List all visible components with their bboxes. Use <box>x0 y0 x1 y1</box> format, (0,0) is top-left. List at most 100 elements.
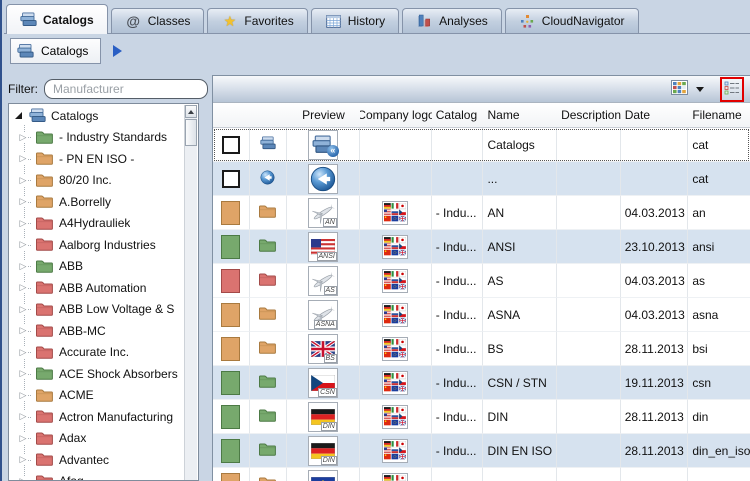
tab-classes[interactable]: @ Classes <box>111 8 205 33</box>
table-row-din[interactable]: DIN - Indu... DIN 28.11.2013 din <box>213 400 750 434</box>
tree-item-afag[interactable]: ▷ Afag <box>11 471 184 481</box>
description-cell <box>557 434 621 468</box>
table-row-din-en-iso[interactable]: DIN - Indu... DIN EN ISO 28.11.2013 din_… <box>213 434 750 468</box>
description-cell <box>557 196 621 230</box>
tree-collapsed-arrow-icon[interactable]: ▷ <box>18 218 28 229</box>
tree-item-abb[interactable]: ▷ ABB <box>11 256 184 278</box>
company-logo-flags <box>382 269 408 293</box>
select-cell <box>213 298 250 332</box>
tree-collapsed-arrow-icon[interactable]: ▷ <box>18 239 28 250</box>
tree-collapsed-arrow-icon[interactable]: ▷ <box>18 261 28 272</box>
tree-collapsed-arrow-icon[interactable]: ▷ <box>18 282 28 293</box>
tree-item-pn-en-iso[interactable]: ▷ - PN EN ISO - <box>11 148 184 170</box>
name-cell: ASNA <box>483 298 557 332</box>
tree-item-advantec[interactable]: ▷ Advantec <box>11 449 184 471</box>
tree-item-industry-standards[interactable]: ▷ - Industry Standards <box>11 127 184 149</box>
details-view-button[interactable] <box>720 77 744 102</box>
table-row-bs[interactable]: BS - Indu... BS 28.11.2013 bsi <box>213 332 750 366</box>
description-cell <box>557 264 621 298</box>
tree-item-ace-shock-absorbers[interactable]: ▷ ACE Shock Absorbers <box>11 363 184 385</box>
table-row-ansi[interactable]: ANSI - Indu... ANSI 23.10.2013 ansi <box>213 230 750 264</box>
tree-item-abb-automation[interactable]: ▷ ABB Automation <box>11 277 184 299</box>
filter-input[interactable] <box>44 79 208 99</box>
type-icon-cell <box>250 400 287 434</box>
tree-collapsed-arrow-icon[interactable]: ▷ <box>18 390 28 401</box>
select-cell <box>213 128 250 162</box>
table-row-an[interactable]: AN - Indu... AN 04.03.2013 an <box>213 196 750 230</box>
tree-collapsed-arrow-icon[interactable]: ▷ <box>18 153 28 164</box>
table-row-csn-stn[interactable]: CSN - Indu... CSN / STN 19.11.2013 csn <box>213 366 750 400</box>
tab-favorites[interactable]: ★ Favorites <box>207 8 307 33</box>
tree-item-abb-mc[interactable]: ▷ ABB-MC <box>11 320 184 342</box>
column-header[interactable] <box>250 103 287 127</box>
catalog-cell: - Indu... <box>432 264 484 298</box>
table-row-asna[interactable]: ASNA - Indu... ASNA 04.03.2013 asna <box>213 298 750 332</box>
scrollbar-thumb[interactable] <box>185 119 197 146</box>
tree-item-actron-manufacturing[interactable]: ▷ Actron Manufacturing <box>11 406 184 428</box>
tree-collapsed-arrow-icon[interactable]: ▷ <box>18 325 28 336</box>
catalogs-button[interactable]: Catalogs <box>10 38 101 64</box>
tree-collapsed-arrow-icon[interactable]: ▷ <box>18 132 28 143</box>
scroll-up-button[interactable] <box>185 105 197 118</box>
table-row[interactable] <box>213 468 750 481</box>
star-icon: ★ <box>221 13 238 29</box>
tree-item-aalborg-industries[interactable]: ▷ Aalborg Industries <box>11 234 184 256</box>
column-header-description[interactable]: Description <box>557 103 621 127</box>
books-icon <box>260 136 276 153</box>
folder-icon <box>258 272 277 290</box>
tree-item-acme[interactable]: ▷ ACME <box>11 385 184 407</box>
column-header-company-logo[interactable]: Company logo <box>360 103 432 127</box>
tree-expanded-arrow-icon[interactable] <box>15 112 22 119</box>
catalog-cell: - Indu... <box>432 400 484 434</box>
folder-icon <box>35 474 54 480</box>
play-arrow-icon[interactable] <box>113 45 122 57</box>
tree-item-adax[interactable]: ▷ Adax <box>11 428 184 450</box>
folder-icon <box>35 216 54 231</box>
tree-collapsed-arrow-icon[interactable]: ▷ <box>18 175 28 186</box>
books-icon <box>17 43 34 59</box>
tree-collapsed-arrow-icon[interactable]: ▷ <box>18 476 28 480</box>
date-cell: 04.03.2013 <box>621 196 689 230</box>
tree-collapsed-arrow-icon[interactable]: ▷ <box>18 433 28 444</box>
tree-item-a-borrelly[interactable]: ▷ A.Borrelly <box>11 191 184 213</box>
column-header-preview[interactable]: Preview <box>287 103 361 127</box>
company-logo-cell <box>360 230 432 264</box>
folder-icon <box>35 194 54 209</box>
tree-collapsed-arrow-icon[interactable]: ▷ <box>18 368 28 379</box>
date-cell: 28.11.2013 <box>621 400 689 434</box>
tree-item-80-20-inc[interactable]: ▷ 80/20 Inc. <box>11 170 184 192</box>
tab-catalogs[interactable]: Catalogs <box>6 4 108 34</box>
tree-collapsed-arrow-icon[interactable]: ▷ <box>18 304 28 315</box>
table-row-as[interactable]: AS - Indu... AS 04.03.2013 as <box>213 264 750 298</box>
column-header-date[interactable]: Date <box>621 103 689 127</box>
tab-history[interactable]: History <box>311 8 399 33</box>
tree-collapsed-arrow-icon[interactable]: ▷ <box>18 196 28 207</box>
grid-view-button[interactable] <box>671 80 688 98</box>
date-cell: 19.11.2013 <box>621 366 689 400</box>
folder-icon <box>35 345 54 360</box>
dropdown-arrow-icon[interactable] <box>696 87 704 92</box>
column-header-name[interactable]: Name <box>483 103 557 127</box>
folder-icon <box>258 476 277 481</box>
column-header-filename[interactable]: Filename <box>688 103 750 127</box>
tree-item-abb-low-voltage-s[interactable]: ▷ ABB Low Voltage & S <box>11 299 184 321</box>
column-header-catalog[interactable]: Catalog <box>432 103 484 127</box>
tree-item-label: Aalborg Industries <box>59 238 156 252</box>
table-row-[interactable]: ... cat <box>213 162 750 196</box>
tree-collapsed-arrow-icon[interactable]: ▷ <box>18 454 28 465</box>
tree-collapsed-arrow-icon[interactable]: ▷ <box>18 347 28 358</box>
tree-item-a4hydrauliek[interactable]: ▷ A4Hydrauliek <box>11 213 184 235</box>
tab-cloudnavigator[interactable]: CloudNavigator <box>505 8 639 33</box>
table-row-catalogs[interactable]: « Catalogs cat <box>213 128 750 162</box>
tree-item-accurate-inc[interactable]: ▷ Accurate Inc. <box>11 342 184 364</box>
tree-collapsed-arrow-icon[interactable]: ▷ <box>18 411 28 422</box>
row-checkbox[interactable] <box>222 170 240 188</box>
tree-item-catalogs-root[interactable]: Catalogs <box>11 105 184 127</box>
column-header[interactable] <box>213 103 250 127</box>
tree-scrollbar[interactable] <box>184 105 197 480</box>
tab-analyses[interactable]: Analyses <box>402 8 502 33</box>
select-cell <box>213 400 250 434</box>
row-checkbox[interactable] <box>222 136 240 154</box>
filter-label: Filter: <box>8 82 38 96</box>
date-cell <box>621 128 689 162</box>
